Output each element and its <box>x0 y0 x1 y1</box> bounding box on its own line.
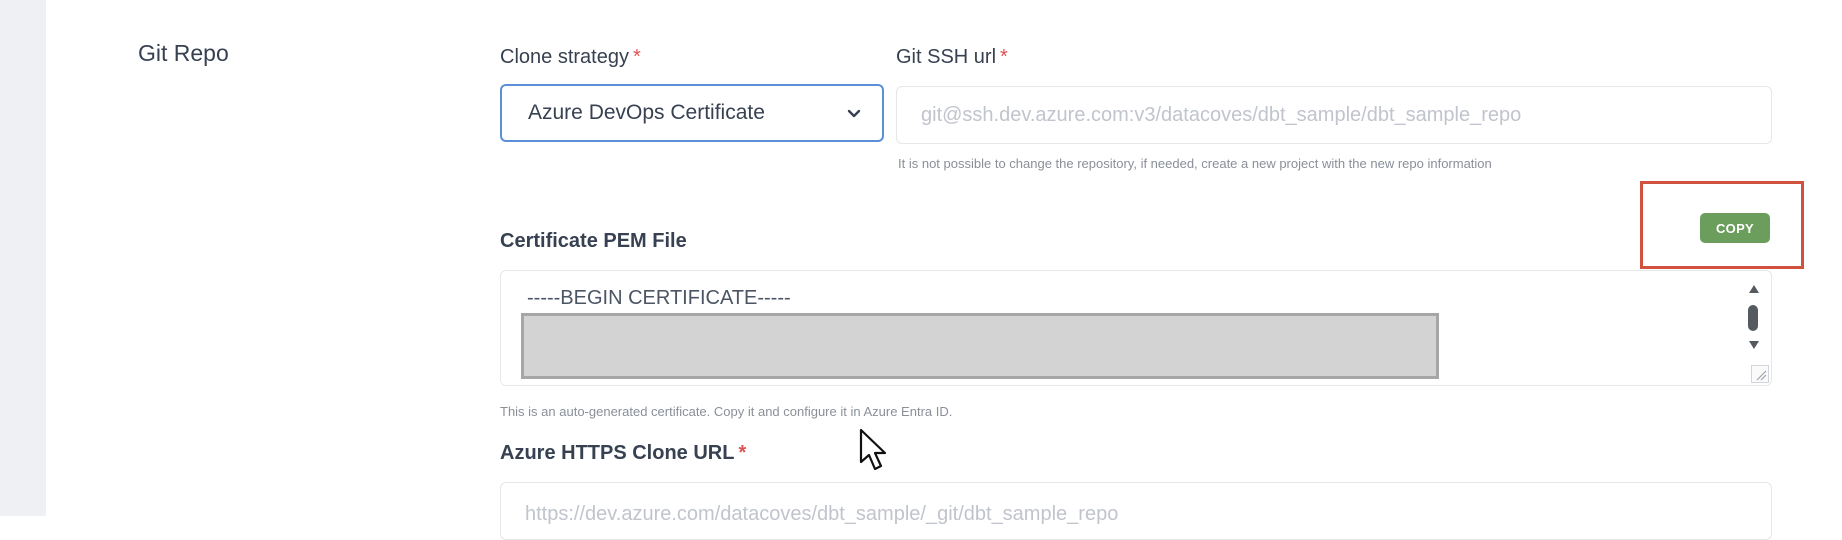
git-ssh-url-placeholder: git@ssh.dev.azure.com:v3/datacoves/dbt_s… <box>921 103 1522 126</box>
certificate-first-line: -----BEGIN CERTIFICATE----- <box>527 287 791 309</box>
scrollbar-thumb[interactable] <box>1748 305 1758 331</box>
chevron-down-icon <box>846 105 862 121</box>
certificate-textarea[interactable]: -----BEGIN CERTIFICATE----- <box>500 270 1772 386</box>
https-url-label: Azure HTTPS Clone URL * <box>500 442 746 465</box>
clone-strategy-label-text: Clone strategy <box>500 46 629 68</box>
required-mark: * <box>738 442 747 464</box>
git-ssh-url-input[interactable]: git@ssh.dev.azure.com:v3/datacoves/dbt_s… <box>896 86 1772 144</box>
sidebar-strip <box>0 0 46 516</box>
certificate-help: This is an auto-generated certificate. C… <box>500 404 953 419</box>
redacted-area <box>521 313 1439 379</box>
git-ssh-url-label-text: Git SSH url <box>896 46 997 68</box>
https-url-label-text: Azure HTTPS Clone URL <box>500 442 735 464</box>
git-ssh-url-help: It is not possible to change the reposit… <box>898 156 1492 171</box>
resize-grip-icon[interactable] <box>1751 365 1769 383</box>
required-mark: * <box>632 46 641 68</box>
mouse-pointer-icon <box>859 428 887 471</box>
https-url-input[interactable]: https://dev.azure.com/datacoves/dbt_samp… <box>500 482 1772 540</box>
clone-strategy-value: Azure DevOps Certificate <box>528 101 765 124</box>
https-url-placeholder: https://dev.azure.com/datacoves/dbt_samp… <box>525 503 1119 525</box>
clone-strategy-label: Clone strategy * <box>500 46 641 69</box>
section-title: Git Repo <box>138 40 229 66</box>
clone-strategy-select[interactable]: Azure DevOps Certificate <box>500 84 884 142</box>
triangle-up-icon[interactable] <box>1747 283 1761 295</box>
triangle-down-icon[interactable] <box>1747 339 1761 351</box>
highlight-box <box>1640 181 1804 269</box>
certificate-label: Certificate PEM File <box>500 230 687 252</box>
required-mark: * <box>1000 46 1008 68</box>
git-ssh-url-label: Git SSH url * <box>896 46 1008 69</box>
